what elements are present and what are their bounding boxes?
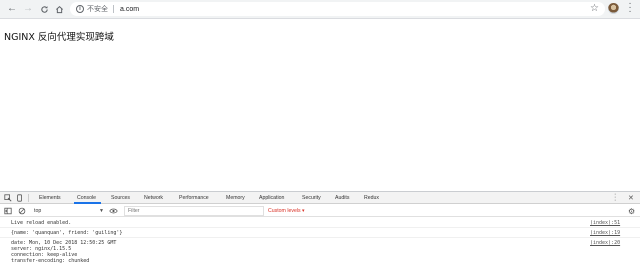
console-output: Live reload enabled. (index):51 {name: '… bbox=[0, 218, 640, 269]
response-header-line: transfer-encoding: chunked bbox=[11, 258, 90, 264]
console-message: Live reload enabled. bbox=[11, 220, 72, 226]
address-bar[interactable]: i 不安全 a.com bbox=[70, 2, 605, 16]
log-levels-dropdown[interactable]: Custom levels ▾ bbox=[268, 208, 305, 214]
row-divider bbox=[0, 227, 640, 228]
caret-down-icon: ▼ bbox=[99, 208, 104, 214]
message-source-link[interactable]: (index):20 bbox=[590, 240, 620, 246]
bookmark-star-icon[interactable]: ☆ bbox=[590, 3, 599, 14]
tab-sources[interactable]: Sources bbox=[111, 195, 130, 201]
info-icon[interactable]: i bbox=[76, 5, 84, 13]
devtools-menu-icon[interactable]: · · · bbox=[614, 191, 616, 204]
inspect-element-icon[interactable] bbox=[4, 194, 12, 204]
page-heading: NGINX 反向代理实现跨域 bbox=[4, 32, 114, 43]
back-icon[interactable]: ← bbox=[6, 3, 18, 15]
profile-avatar[interactable] bbox=[608, 3, 619, 14]
tab-network[interactable]: Network bbox=[144, 195, 163, 201]
message-source-link[interactable]: (index):19 bbox=[590, 230, 620, 236]
browser-toolbar: ← → i 不安全 a.com ☆ · · · bbox=[0, 0, 640, 19]
console-filter-bar: top ▼ Custom levels ▾ ⚙ bbox=[0, 205, 640, 217]
tab-performance[interactable]: Performance bbox=[179, 195, 209, 201]
home-icon[interactable] bbox=[53, 3, 65, 15]
browser-menu-icon[interactable]: · · · bbox=[626, 0, 634, 17]
tab-redux[interactable]: Redux bbox=[364, 195, 379, 201]
context-label: top bbox=[34, 208, 42, 214]
console-message[interactable]: {name: 'quanquan', friend: 'guiling'} bbox=[11, 230, 122, 236]
console-settings-gear-icon[interactable]: ⚙ bbox=[628, 207, 635, 216]
security-status: 不安全 bbox=[87, 6, 108, 13]
clear-console-icon[interactable] bbox=[18, 207, 26, 217]
message-source-link[interactable]: (index):51 bbox=[590, 220, 620, 226]
url-text: a.com bbox=[120, 5, 140, 13]
devtools-panel: Elements Console Sources Network Perform… bbox=[0, 191, 640, 269]
live-expression-eye-icon[interactable] bbox=[109, 207, 118, 217]
active-tab-indicator bbox=[74, 202, 101, 204]
device-toolbar-icon[interactable] bbox=[16, 194, 24, 204]
address-divider bbox=[113, 5, 114, 13]
close-devtools-icon[interactable]: ✕ bbox=[628, 194, 634, 202]
tab-audits[interactable]: Audits bbox=[335, 195, 349, 201]
console-filter-input[interactable] bbox=[124, 206, 264, 216]
row-divider bbox=[0, 237, 640, 238]
tab-elements[interactable]: Elements bbox=[39, 195, 61, 201]
tab-console[interactable]: Console bbox=[77, 195, 96, 201]
devtools-tab-bar: Elements Console Sources Network Perform… bbox=[0, 191, 640, 204]
console-sidebar-icon[interactable] bbox=[4, 207, 12, 217]
tab-memory[interactable]: Memory bbox=[226, 195, 245, 201]
forward-icon[interactable]: → bbox=[22, 3, 34, 15]
tab-security[interactable]: Security bbox=[302, 195, 321, 201]
reload-icon[interactable] bbox=[38, 3, 50, 15]
tab-divider bbox=[28, 194, 29, 202]
tab-application[interactable]: Application bbox=[259, 195, 284, 201]
context-selector[interactable]: top ▼ bbox=[34, 207, 104, 215]
